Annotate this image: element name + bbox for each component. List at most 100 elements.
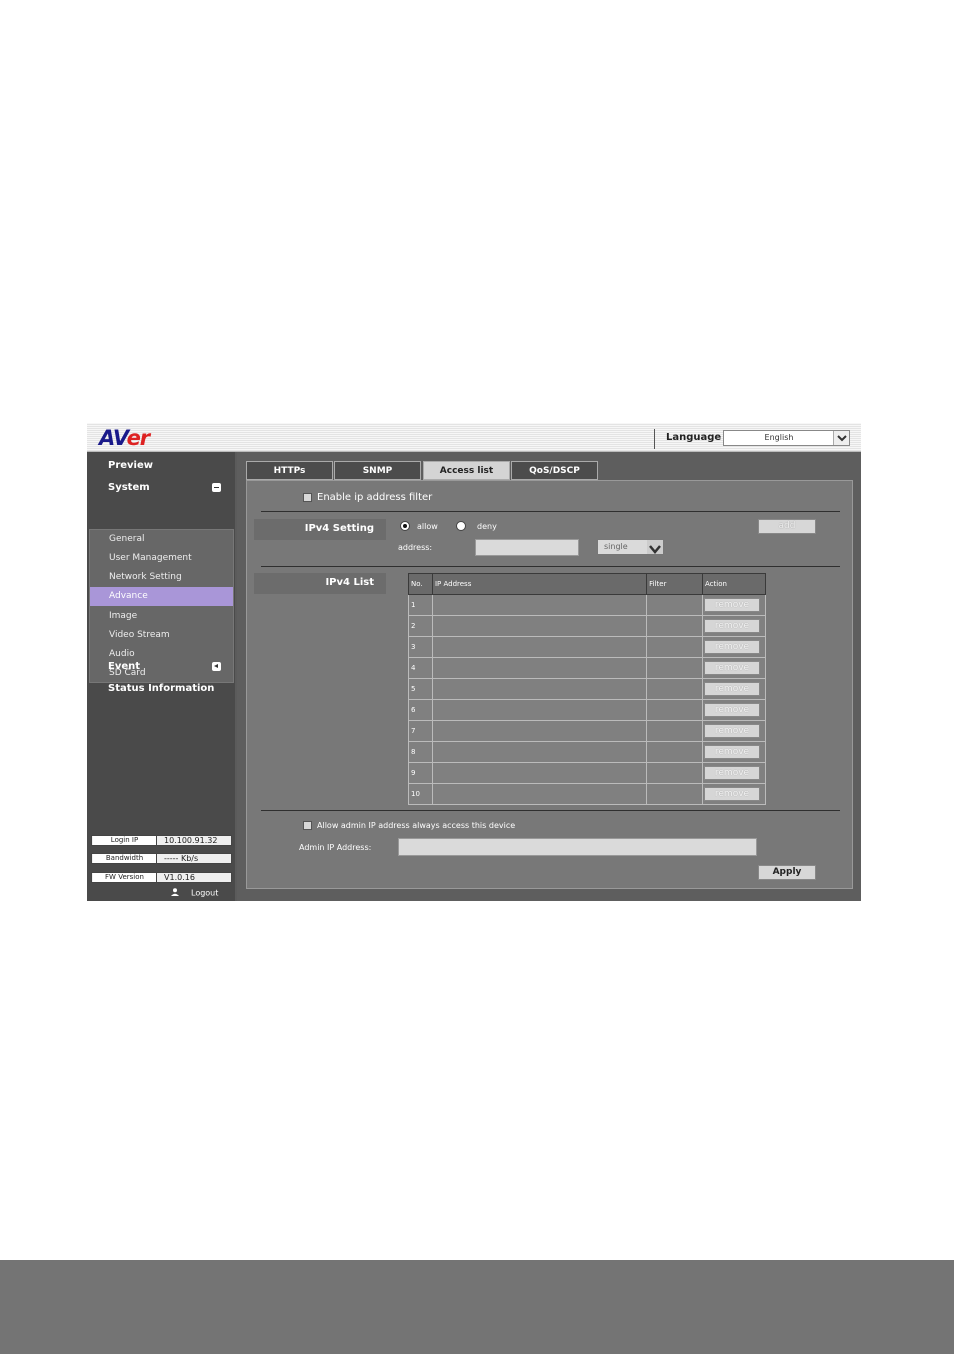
tab-https[interactable]: HTTPs — [246, 461, 333, 480]
chevron-down-icon[interactable] — [833, 431, 849, 445]
header-bar: AVer Language English — [87, 423, 861, 452]
collapse-icon[interactable] — [212, 483, 221, 492]
login-ip-value: 10.100.91.32 — [164, 836, 218, 845]
row-no: 7 — [408, 720, 433, 742]
submenu-item-network-setting[interactable]: Network Setting — [90, 568, 233, 587]
row-filter — [646, 783, 703, 805]
table-header-row: No. IP Address Filter Action — [408, 573, 767, 595]
row-action: remove — [701, 741, 767, 763]
apply-button[interactable]: Apply — [758, 865, 816, 880]
login-ip-row: Login IP 10.100.91.32 — [91, 835, 232, 846]
address-input[interactable] — [475, 539, 579, 556]
remove-button[interactable]: remove — [703, 661, 760, 675]
address-mode-select[interactable]: single — [597, 539, 664, 555]
user-icon — [171, 888, 179, 898]
table-row: 1 remove — [408, 594, 767, 616]
row-ip — [431, 594, 648, 616]
table-row: 6 remove — [408, 699, 767, 721]
bandwidth-row: Bandwidth ----- Kb/s — [91, 853, 232, 864]
column-header-filter: Filter — [646, 573, 703, 595]
table-row: 7 remove — [408, 720, 767, 742]
submenu-item-video-stream[interactable]: Video Stream — [90, 626, 233, 645]
enable-filter-checkbox[interactable] — [303, 493, 312, 502]
submenu-item-user-management[interactable]: User Management — [90, 549, 233, 568]
language-value: English — [764, 433, 794, 442]
access-list-panel: Enable ip address filter IPv4 Setting al… — [246, 480, 853, 889]
logout-link[interactable]: Logout — [171, 888, 218, 898]
ipv4-list-table: No. IP Address Filter Action 1 remove 2 re… — [408, 573, 767, 805]
language-select[interactable]: English — [723, 430, 850, 446]
ipv4-setting-label: IPv4 Setting — [254, 519, 386, 540]
fw-version-label: FW Version — [93, 873, 157, 882]
logout-label: Logout — [191, 888, 219, 898]
row-action: remove — [701, 678, 767, 700]
login-ip-label: Login IP — [93, 836, 157, 845]
remove-button[interactable]: remove — [703, 640, 760, 654]
tab-snmp[interactable]: SNMP — [334, 461, 421, 480]
row-filter — [646, 594, 703, 616]
remove-button[interactable]: remove — [703, 598, 760, 612]
row-action: remove — [701, 762, 767, 784]
tab-access-list[interactable]: Access list — [423, 461, 510, 480]
row-no: 2 — [408, 615, 433, 637]
admin-ip-input[interactable] — [398, 838, 757, 856]
bandwidth-label: Bandwidth — [93, 854, 157, 863]
chevron-down-icon[interactable] — [647, 540, 663, 554]
deny-label: deny — [477, 522, 497, 531]
aver-logo: AVer — [99, 426, 150, 450]
row-ip — [431, 615, 648, 637]
row-ip — [431, 678, 648, 700]
table-row: 4 remove — [408, 657, 767, 679]
deny-radio[interactable] — [456, 521, 466, 531]
table-row: 5 remove — [408, 678, 767, 700]
sidebar-item-preview[interactable]: Preview — [108, 460, 153, 471]
row-ip — [431, 783, 648, 805]
allow-label: allow — [417, 522, 438, 531]
submenu-item-general[interactable]: General — [90, 530, 233, 549]
remove-button[interactable]: remove — [703, 745, 760, 759]
remove-button[interactable]: remove — [703, 703, 760, 717]
enable-filter-label: Enable ip address filter — [317, 492, 433, 503]
row-ip — [431, 741, 648, 763]
row-no: 3 — [408, 636, 433, 658]
row-no: 4 — [408, 657, 433, 679]
row-filter — [646, 615, 703, 637]
sidebar-item-event[interactable]: Event — [108, 661, 140, 672]
language-label: Language — [666, 432, 722, 443]
row-ip — [431, 699, 648, 721]
header-divider — [654, 429, 655, 449]
row-filter — [646, 720, 703, 742]
add-button[interactable]: add — [758, 519, 816, 534]
divider — [261, 810, 840, 811]
bandwidth-value: ----- Kb/s — [164, 854, 199, 863]
submenu-item-image[interactable]: Image — [90, 607, 233, 626]
expand-icon[interactable] — [212, 662, 221, 671]
remove-button[interactable]: remove — [703, 787, 760, 801]
divider — [261, 511, 840, 512]
remove-button[interactable]: remove — [703, 724, 760, 738]
tab-qos-dscp[interactable]: QoS/DSCP — [511, 461, 598, 480]
main-content: HTTPs SNMP Access list QoS/DSCP Enable i… — [237, 452, 861, 901]
sidebar-item-status-information[interactable]: Status Information — [108, 683, 214, 694]
admin-ip-label: Admin IP Address: — [299, 843, 372, 852]
column-header-ip-address: IP Address — [431, 573, 648, 595]
address-mode-value: single — [604, 542, 628, 551]
row-ip — [431, 657, 648, 679]
allow-admin-checkbox[interactable] — [303, 821, 312, 830]
submenu-item-advance[interactable]: Advance — [90, 587, 233, 606]
row-ip — [431, 762, 648, 784]
table-row: 9 remove — [408, 762, 767, 784]
remove-button[interactable]: remove — [703, 682, 760, 696]
ipv4-list-label: IPv4 List — [254, 573, 386, 594]
address-label: address: — [398, 543, 433, 552]
sidebar-item-system[interactable]: System — [108, 482, 150, 493]
fw-version-value: V1.0.16 — [164, 873, 195, 882]
row-filter — [646, 636, 703, 658]
remove-button[interactable]: remove — [703, 619, 760, 633]
row-no: 10 — [408, 783, 433, 805]
allow-admin-label: Allow admin IP address always access thi… — [317, 821, 516, 830]
allow-radio[interactable] — [400, 521, 410, 531]
remove-button[interactable]: remove — [703, 766, 760, 780]
sidebar: Preview System General User Management N… — [87, 452, 235, 901]
table-row: 2 remove — [408, 615, 767, 637]
